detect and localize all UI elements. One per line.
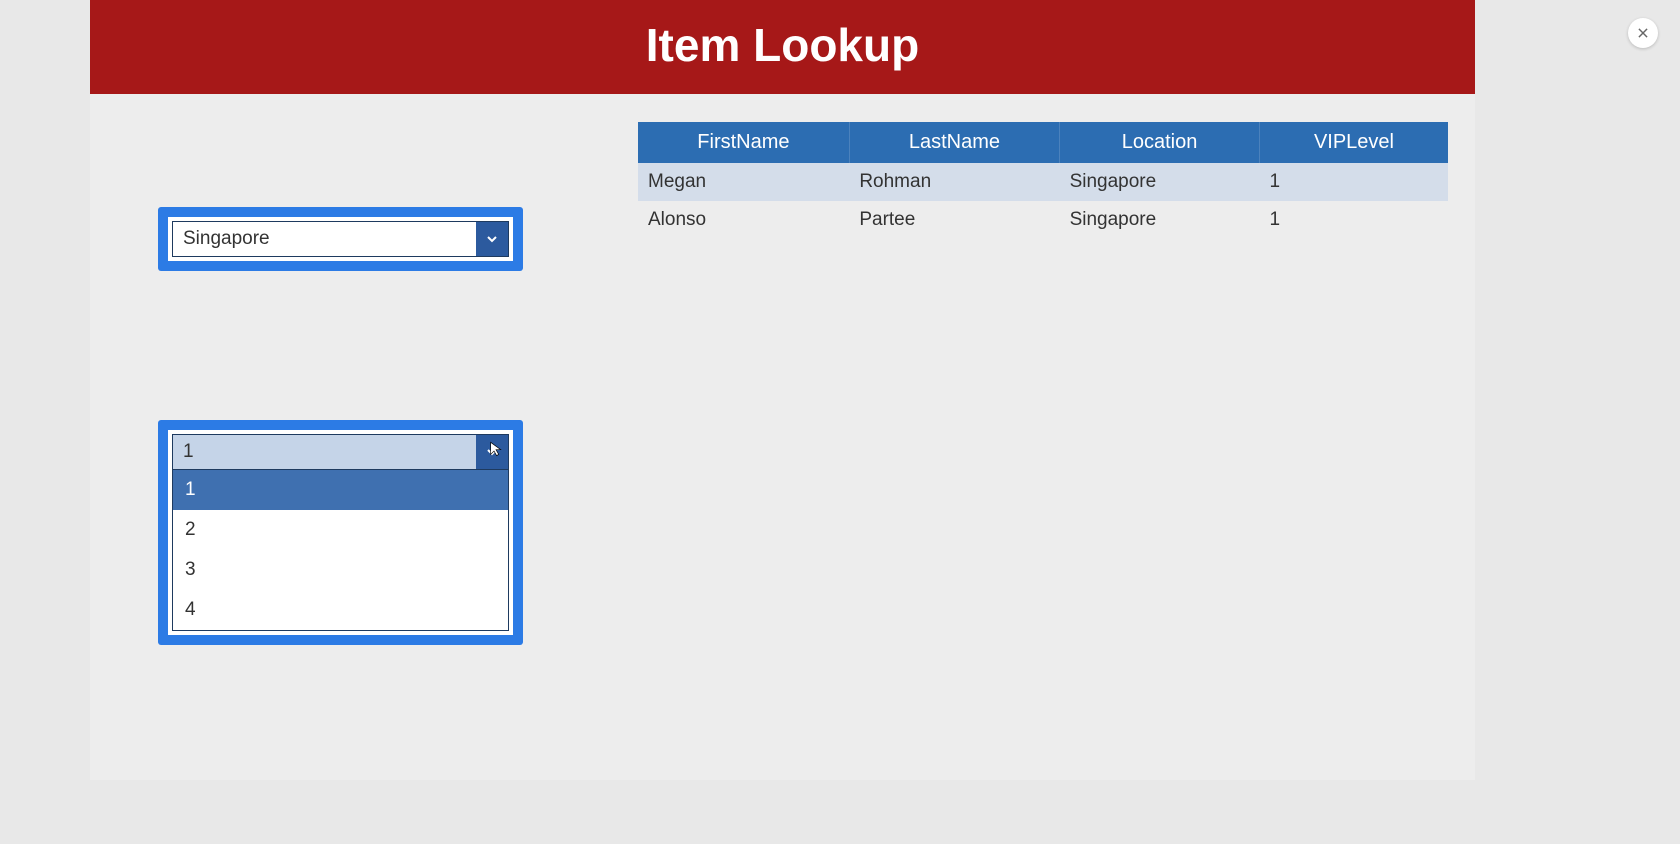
results-table: FirstName LastName Location VIPLevel Meg… (638, 122, 1448, 239)
table-row[interactable]: Megan Rohman Singapore 1 (638, 163, 1448, 201)
page-title: Item Lookup (90, 0, 1475, 94)
location-dropdown-box[interactable]: Singapore (172, 221, 509, 257)
location-dropdown-inner: Singapore (168, 217, 513, 261)
col-location[interactable]: Location (1060, 122, 1260, 163)
cell-firstname: Megan (638, 163, 849, 201)
table-row[interactable]: Alonso Partee Singapore 1 (638, 201, 1448, 239)
viplevel-dropdown-box[interactable]: 1 (172, 434, 509, 470)
table-header-row: FirstName LastName Location VIPLevel (638, 122, 1448, 163)
viplevel-option-1[interactable]: 1 (173, 470, 508, 510)
viplevel-dropdown-inner: 1 1 2 3 4 (168, 430, 513, 635)
cell-firstname: Alonso (638, 201, 849, 239)
location-dropdown-value: Singapore (173, 222, 476, 256)
viplevel-option-4[interactable]: 4 (173, 590, 508, 630)
viplevel-dropdown-value: 1 (173, 435, 476, 469)
viplevel-dropdown-list: 1 2 3 4 (172, 470, 509, 631)
close-button[interactable] (1628, 18, 1658, 48)
chevron-down-icon[interactable] (476, 222, 508, 256)
close-icon (1636, 26, 1650, 40)
viplevel-option-2[interactable]: 2 (173, 510, 508, 550)
cell-lastname: Rohman (849, 163, 1059, 201)
cell-location: Singapore (1060, 163, 1260, 201)
viplevel-option-3[interactable]: 3 (173, 550, 508, 590)
cell-viplevel: 1 (1259, 201, 1448, 239)
location-dropdown[interactable]: Singapore (158, 207, 523, 271)
cell-location: Singapore (1060, 201, 1260, 239)
viplevel-dropdown[interactable]: 1 1 2 3 4 (158, 420, 523, 645)
app-window: Item Lookup Singapore 1 (90, 0, 1475, 780)
chevron-down-icon[interactable] (476, 435, 508, 469)
cell-lastname: Partee (849, 201, 1059, 239)
col-lastname[interactable]: LastName (849, 122, 1059, 163)
col-firstname[interactable]: FirstName (638, 122, 849, 163)
col-viplevel[interactable]: VIPLevel (1259, 122, 1448, 163)
cell-viplevel: 1 (1259, 163, 1448, 201)
